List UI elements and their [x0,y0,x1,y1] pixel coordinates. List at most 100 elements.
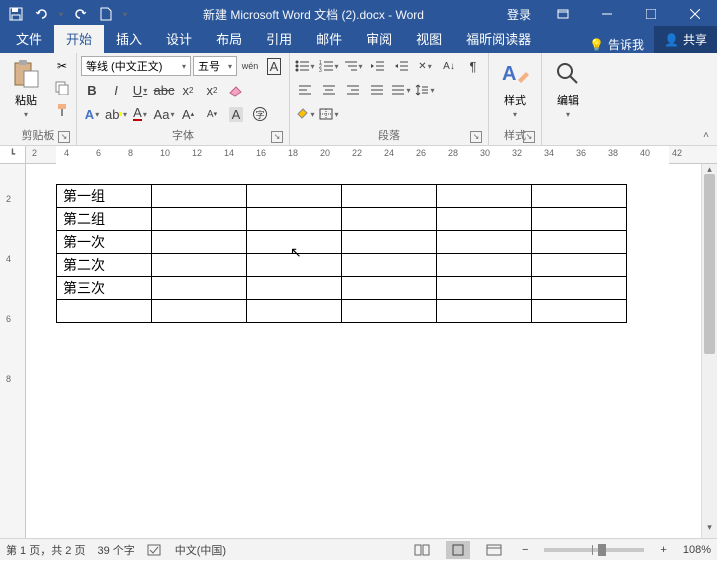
table-cell[interactable] [342,300,437,323]
paste-button[interactable]: 粘贴 ▾ [4,55,48,121]
eraser-icon[interactable] [225,79,247,101]
table-row[interactable]: 第一次 [57,231,627,254]
table-cell[interactable] [247,185,342,208]
undo-button[interactable] [30,2,54,26]
table-cell[interactable] [152,254,247,277]
table-cell[interactable] [437,277,532,300]
styles-dialog-launcher[interactable]: ↘ [523,131,535,143]
minimize-button[interactable] [585,0,629,28]
editing-button[interactable]: 编辑 ▾ [546,55,590,121]
table-cell[interactable] [437,300,532,323]
table-cell[interactable] [247,254,342,277]
table-cell[interactable]: 第二次 [57,254,152,277]
increase-indent-button[interactable] [390,55,412,77]
tab-insert[interactable]: 插入 [104,25,154,53]
tell-me[interactable]: 💡告诉我 [579,36,654,53]
new-doc-button[interactable] [94,2,118,26]
bold-button[interactable]: B [81,79,103,101]
print-layout-button[interactable] [446,541,470,559]
zoom-level[interactable]: 108% [683,544,711,556]
align-left-button[interactable] [294,79,316,101]
bullets-button[interactable] [294,55,316,77]
line-spacing-button[interactable] [414,79,436,101]
ribbon-display-button[interactable] [541,0,585,28]
zoom-in-button[interactable]: + [656,544,670,556]
spellcheck-icon[interactable] [147,543,163,557]
table-cell[interactable] [152,208,247,231]
vertical-scrollbar[interactable]: ▴ ▾ [701,164,717,538]
table-cell[interactable] [437,231,532,254]
zoom-slider[interactable] [544,548,644,552]
language-indicator[interactable]: 中文(中国) [175,542,226,558]
table-cell[interactable] [342,277,437,300]
table-cell[interactable] [342,208,437,231]
zoom-slider-knob[interactable] [598,544,606,556]
ruler-horizontal[interactable]: ┗ 24681012141618202224262830323436384042 [0,146,717,164]
document-page[interactable]: 第一组第二组第一次第二次第三次 ↖ [26,164,701,538]
table-cell[interactable] [152,231,247,254]
table-cell[interactable] [57,300,152,323]
table-cell[interactable]: 第一次 [57,231,152,254]
underline-button[interactable]: U [129,79,151,101]
tab-review[interactable]: 审阅 [354,25,404,53]
table-row[interactable] [57,300,627,323]
table-row[interactable]: 第二次 [57,254,627,277]
share-button[interactable]: 👤共享 [654,26,717,53]
change-case-button[interactable]: Aa [153,103,175,125]
table-cell[interactable] [247,231,342,254]
font-name-combo[interactable]: 等线 (中文正文)▾ [81,56,191,76]
numbering-button[interactable]: 123 [318,55,340,77]
shading-button[interactable] [294,103,316,125]
distribute-button[interactable] [390,79,412,101]
tab-references[interactable]: 引用 [254,25,304,53]
zoom-out-button[interactable]: − [518,544,532,556]
table-cell[interactable] [152,277,247,300]
font-size-combo[interactable]: 五号▾ [193,56,237,76]
table-cell[interactable] [532,231,627,254]
table-row[interactable]: 第一组 [57,185,627,208]
table-cell[interactable]: 第三次 [57,277,152,300]
table-cell[interactable] [532,208,627,231]
maximize-button[interactable] [629,0,673,28]
ruler-vertical[interactable]: 2468 [0,164,26,538]
close-button[interactable] [673,0,717,28]
table-cell[interactable] [532,254,627,277]
table-cell[interactable] [247,300,342,323]
document-table[interactable]: 第一组第二组第一次第二次第三次 [56,184,627,323]
shrink-font-button[interactable]: A▾ [201,103,223,125]
asian-layout-button[interactable]: ✕ [414,55,436,77]
table-cell[interactable] [152,185,247,208]
table-cell[interactable] [342,254,437,277]
align-center-button[interactable] [318,79,340,101]
cut-button[interactable]: ✂ [52,56,72,76]
scrollbar-thumb[interactable] [704,174,715,354]
text-effects-button[interactable]: A [81,103,103,125]
phonetic-guide-button[interactable]: wén [239,55,261,77]
web-layout-button[interactable] [482,541,506,559]
styles-button[interactable]: A 样式 ▾ [493,55,537,121]
enclose-characters-button[interactable]: 字 [249,103,271,125]
table-cell[interactable] [152,300,247,323]
sort-button[interactable]: A↓ [438,55,460,77]
table-cell[interactable]: 第二组 [57,208,152,231]
highlight-button[interactable]: ab [105,103,127,125]
qat-customize[interactable]: ▾ [120,10,130,19]
word-count[interactable]: 39 个字 [97,542,134,558]
strikethrough-button[interactable]: abc [153,79,175,101]
copy-button[interactable] [52,78,72,98]
table-row[interactable]: 第三次 [57,277,627,300]
table-cell[interactable]: 第一组 [57,185,152,208]
page-indicator[interactable]: 第 1 页，共 2 页 [6,542,85,558]
collapse-ribbon-button[interactable]: ˄ [695,53,717,145]
redo-button[interactable] [68,2,92,26]
superscript-button[interactable]: x2 [201,79,223,101]
clipboard-dialog-launcher[interactable]: ↘ [58,131,70,143]
tab-foxit[interactable]: 福昕阅读器 [454,25,543,53]
table-cell[interactable] [342,185,437,208]
table-cell[interactable] [532,300,627,323]
table-cell[interactable] [437,254,532,277]
login-link[interactable]: 登录 [497,6,541,23]
table-cell[interactable] [532,277,627,300]
font-dialog-launcher[interactable]: ↘ [271,131,283,143]
scroll-down-button[interactable]: ▾ [702,522,717,538]
